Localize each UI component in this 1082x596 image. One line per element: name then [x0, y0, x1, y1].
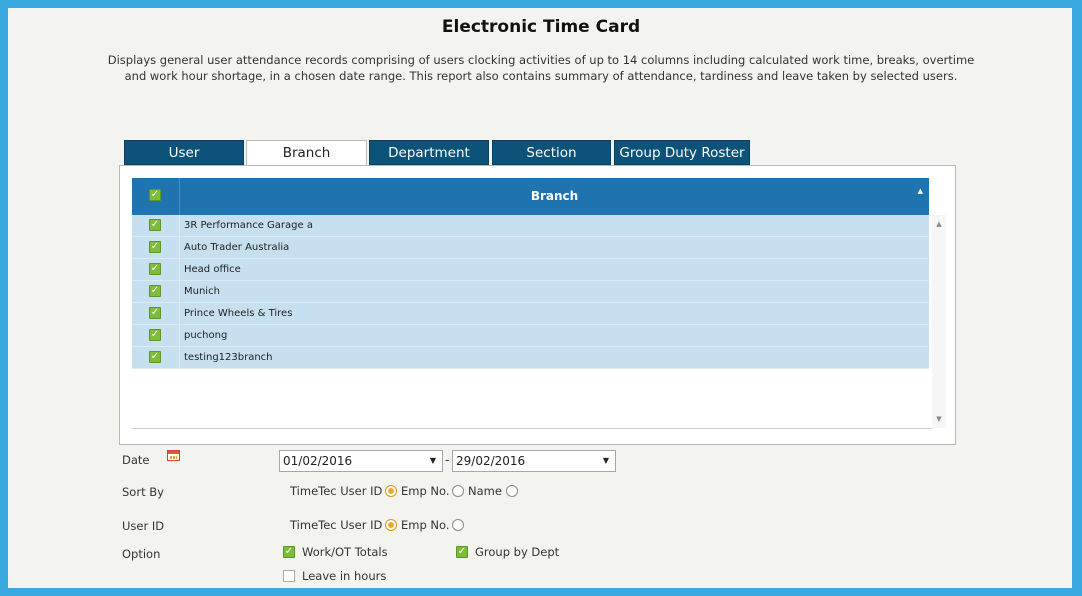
checkbox-cell: ✓	[132, 325, 180, 346]
leave-in-hours-checkbox[interactable]	[283, 570, 295, 582]
page-description: Displays general user attendance records…	[107, 53, 975, 83]
table-row[interactable]: ✓ Prince Wheels & Tires	[132, 303, 929, 325]
branch-name: Auto Trader Australia	[184, 242, 290, 253]
row-checkbox[interactable]: ✓	[149, 241, 161, 253]
chevron-down-icon: ▼	[429, 456, 436, 465]
row-checkbox[interactable]: ✓	[149, 329, 161, 341]
branch-name: testing123branch	[184, 352, 273, 363]
group-by-dept-checkbox[interactable]: ✓	[456, 546, 468, 558]
row-checkbox[interactable]: ✓	[149, 351, 161, 363]
tab-department[interactable]: Department	[369, 140, 489, 165]
tab-group-duty-roster[interactable]: Group Duty Roster	[614, 140, 750, 165]
date-to-select[interactable]: 29/02/2016 ▼	[452, 450, 616, 472]
option-label: Option	[122, 547, 161, 561]
branch-grid: ✓ Branch ▲ ✓ 3R Performance Garage a ✓ A…	[119, 165, 956, 445]
group-by-dept-label: Group by Dept	[475, 545, 560, 559]
sort-by-label: Sort By	[122, 485, 164, 499]
work-ot-totals-checkbox[interactable]: ✓	[283, 546, 295, 558]
branch-column-header[interactable]: Branch	[180, 178, 929, 215]
row-checkbox[interactable]: ✓	[149, 285, 161, 297]
sort-emp-no-radio[interactable]	[452, 485, 464, 497]
sort-up-icon[interactable]: ▲	[918, 187, 923, 195]
grid-divider	[132, 428, 932, 429]
checkbox-cell: ✓	[132, 215, 180, 236]
table-row[interactable]: ✓ 3R Performance Garage a	[132, 215, 929, 237]
date-separator: -	[445, 453, 450, 467]
branch-name: 3R Performance Garage a	[184, 220, 313, 231]
tab-section[interactable]: Section	[492, 140, 611, 165]
branch-name: Head office	[184, 264, 241, 275]
scroll-down-icon[interactable]: ▼	[932, 415, 946, 423]
date-to-value: 29/02/2016	[456, 454, 526, 468]
row-checkbox[interactable]: ✓	[149, 219, 161, 231]
row-checkbox[interactable]: ✓	[149, 307, 161, 319]
checkbox-cell: ✓	[132, 347, 180, 368]
user-id-option-timetec-label: TimeTec User ID	[290, 518, 383, 532]
sort-option-emp-no-label: Emp No.	[401, 484, 450, 498]
checkbox-cell: ✓	[132, 259, 180, 280]
table-row[interactable]: ✓ testing123branch	[132, 347, 929, 369]
branch-name: Munich	[184, 286, 220, 297]
tab-branch[interactable]: Branch	[246, 140, 367, 166]
page-title: Electronic Time Card	[441, 17, 641, 37]
sort-option-timetec-user-id-label: TimeTec User ID	[290, 484, 383, 498]
sort-name-radio[interactable]	[506, 485, 518, 497]
chevron-down-icon: ▼	[602, 456, 609, 465]
leave-in-hours-label: Leave in hours	[302, 569, 387, 583]
work-ot-totals-label: Work/OT Totals	[302, 545, 388, 559]
table-row[interactable]: ✓ Munich	[132, 281, 929, 303]
grid-header: ✓ Branch ▲	[132, 178, 929, 215]
sort-option-name-label: Name	[468, 484, 502, 498]
table-row[interactable]: ✓ Head office	[132, 259, 929, 281]
date-from-value: 01/02/2016	[283, 454, 353, 468]
grid-scrollbar[interactable]: ▲ ▼	[932, 215, 946, 428]
checkbox-cell: ✓	[132, 303, 180, 324]
checkbox-cell: ✓	[132, 281, 180, 302]
checkbox-cell: ✓	[132, 237, 180, 258]
date-from-select[interactable]: 01/02/2016 ▼	[279, 450, 443, 472]
calendar-icon[interactable]	[167, 450, 180, 461]
user-id-option-emp-no-label: Emp No.	[401, 518, 450, 532]
row-checkbox[interactable]: ✓	[149, 263, 161, 275]
select-all-cell: ✓	[132, 178, 180, 215]
select-all-checkbox[interactable]: ✓	[149, 189, 161, 201]
user-id-label: User ID	[122, 519, 165, 533]
user-id-timetec-radio[interactable]	[385, 519, 397, 531]
date-label: Date	[122, 453, 150, 467]
sort-timetec-user-id-radio[interactable]	[385, 485, 397, 497]
grid-rows: ✓ 3R Performance Garage a ✓ Auto Trader …	[132, 215, 929, 369]
user-id-emp-no-radio[interactable]	[452, 519, 464, 531]
tab-user[interactable]: User	[124, 140, 244, 165]
branch-name: puchong	[184, 330, 228, 341]
branch-name: Prince Wheels & Tires	[184, 308, 293, 319]
scroll-up-icon[interactable]: ▲	[932, 220, 946, 228]
table-row[interactable]: ✓ Auto Trader Australia	[132, 237, 929, 259]
table-row[interactable]: ✓ puchong	[132, 325, 929, 347]
